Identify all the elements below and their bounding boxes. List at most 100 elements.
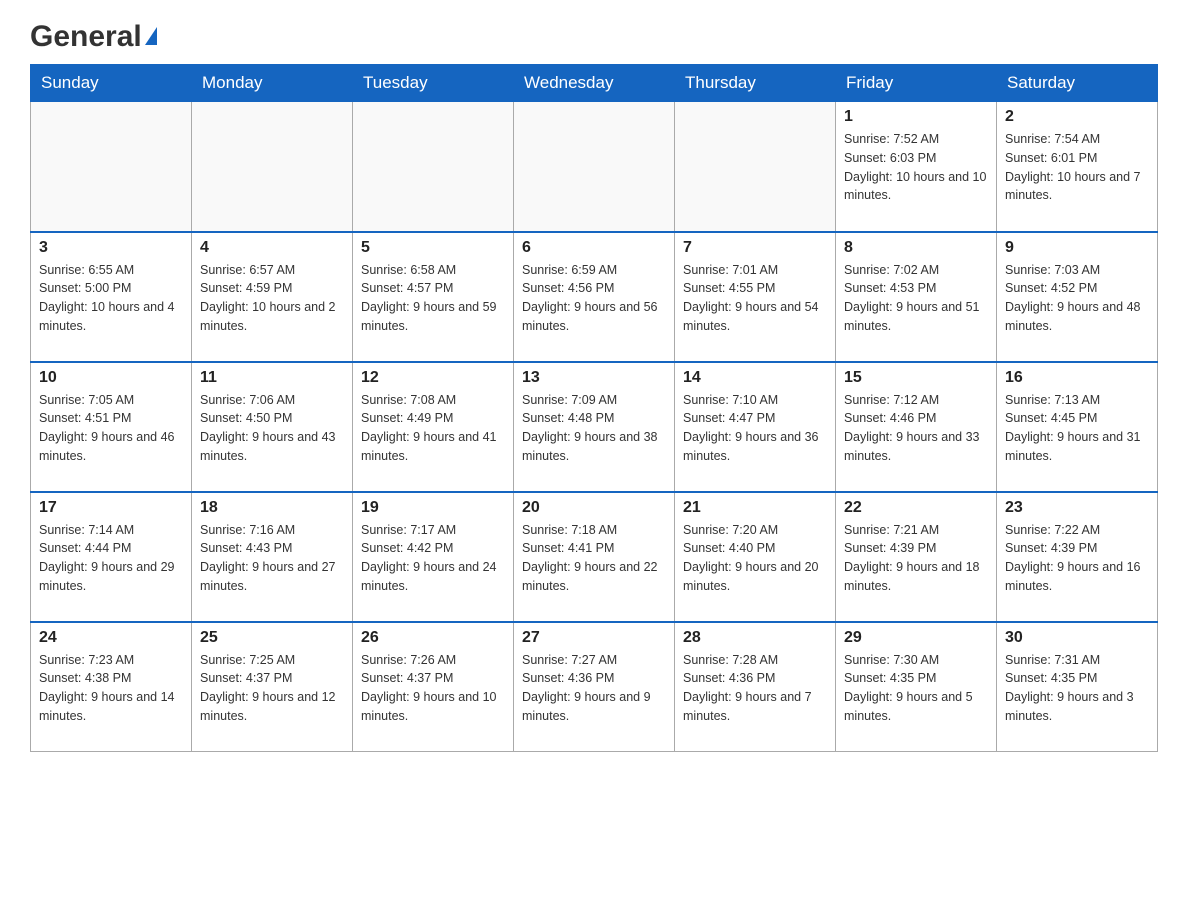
day-number: 24 [39, 629, 183, 647]
calendar-week-row: 17 Sunrise: 7:14 AMSunset: 4:44 PMDayligh… [31, 492, 1158, 622]
day-number: 9 [1005, 239, 1149, 257]
calendar-table: SundayMondayTuesdayWednesdayThursdayFrid… [30, 64, 1158, 752]
calendar-cell [514, 102, 675, 232]
calendar-cell: 10Sunrise: 7:05 AMSunset: 4:51 PMDayligh… [31, 362, 192, 492]
day-info: Sunrise: 7:10 AMSunset: 4:47 PMDaylight:… [683, 391, 827, 466]
day-info: Sunrise: 7:05 AMSunset: 4:51 PMDaylight:… [39, 391, 183, 466]
day-info: Sunrise: 7:27 AMSunset: 4:36 PMDaylight:… [522, 651, 666, 726]
calendar-cell: 9 Sunrise: 7:03 AMSunset: 4:52 PMDaylight… [997, 232, 1158, 362]
day-info: Sunrise: 7:28 AMSunset: 4:36 PMDaylight:… [683, 651, 827, 726]
weekday-header-friday: Friday [836, 65, 997, 102]
weekday-header-tuesday: Tuesday [353, 65, 514, 102]
weekday-header-monday: Monday [192, 65, 353, 102]
page-header: General [30, 20, 1158, 54]
calendar-week-row: 1Sunrise: 7:52 AMSunset: 6:03 PMDaylight… [31, 102, 1158, 232]
weekday-header-wednesday: Wednesday [514, 65, 675, 102]
calendar-cell: 1Sunrise: 7:52 AMSunset: 6:03 PMDaylight… [836, 102, 997, 232]
day-number: 8 [844, 239, 988, 257]
day-number: 25 [200, 629, 344, 647]
day-info: Sunrise: 7:02 AMSunset: 4:53 PMDaylight:… [844, 261, 988, 336]
calendar-week-row: 10Sunrise: 7:05 AMSunset: 4:51 PMDayligh… [31, 362, 1158, 492]
calendar-cell: 21 Sunrise: 7:20 AMSunset: 4:40 PMDayligh… [675, 492, 836, 622]
day-info: Sunrise: 7:08 AMSunset: 4:49 PMDaylight:… [361, 391, 505, 466]
calendar-cell: 16 Sunrise: 7:13 AMSunset: 4:45 PMDayligh… [997, 362, 1158, 492]
calendar-cell: 17 Sunrise: 7:14 AMSunset: 4:44 PMDayligh… [31, 492, 192, 622]
calendar-cell: 11 Sunrise: 7:06 AMSunset: 4:50 PMDayligh… [192, 362, 353, 492]
logo-general: General [30, 20, 142, 54]
calendar-cell: 2 Sunrise: 7:54 AMSunset: 6:01 PMDaylight… [997, 102, 1158, 232]
day-number: 4 [200, 239, 344, 257]
logo: General [30, 20, 157, 54]
calendar-cell [192, 102, 353, 232]
weekday-header-thursday: Thursday [675, 65, 836, 102]
day-info: Sunrise: 7:30 AMSunset: 4:35 PMDaylight:… [844, 651, 988, 726]
day-number: 17 [39, 499, 183, 517]
calendar-cell: 24 Sunrise: 7:23 AMSunset: 4:38 PMDayligh… [31, 622, 192, 752]
day-info: Sunrise: 7:26 AMSunset: 4:37 PMDaylight:… [361, 651, 505, 726]
day-info: Sunrise: 7:23 AMSunset: 4:38 PMDaylight:… [39, 651, 183, 726]
weekday-header-saturday: Saturday [997, 65, 1158, 102]
calendar-cell: 15Sunrise: 7:12 AMSunset: 4:46 PMDayligh… [836, 362, 997, 492]
calendar-cell [675, 102, 836, 232]
day-number: 7 [683, 239, 827, 257]
calendar-cell: 30Sunrise: 7:31 AMSunset: 4:35 PMDayligh… [997, 622, 1158, 752]
calendar-cell: 18Sunrise: 7:16 AMSunset: 4:43 PMDayligh… [192, 492, 353, 622]
day-info: Sunrise: 7:52 AMSunset: 6:03 PMDaylight:… [844, 130, 988, 205]
calendar-cell: 3 Sunrise: 6:55 AMSunset: 5:00 PMDaylight… [31, 232, 192, 362]
day-number: 5 [361, 239, 505, 257]
day-number: 15 [844, 369, 988, 387]
day-number: 3 [39, 239, 183, 257]
calendar-cell: 26 Sunrise: 7:26 AMSunset: 4:37 PMDayligh… [353, 622, 514, 752]
calendar-cell: 5Sunrise: 6:58 AMSunset: 4:57 PMDaylight… [353, 232, 514, 362]
day-number: 30 [1005, 629, 1149, 647]
day-number: 22 [844, 499, 988, 517]
calendar-header-row: SundayMondayTuesdayWednesdayThursdayFrid… [31, 65, 1158, 102]
calendar-cell: 27 Sunrise: 7:27 AMSunset: 4:36 PMDayligh… [514, 622, 675, 752]
day-number: 23 [1005, 499, 1149, 517]
day-number: 16 [1005, 369, 1149, 387]
day-number: 20 [522, 499, 666, 517]
day-info: Sunrise: 7:13 AMSunset: 4:45 PMDaylight:… [1005, 391, 1149, 466]
day-info: Sunrise: 7:54 AMSunset: 6:01 PMDaylight:… [1005, 130, 1149, 205]
day-number: 2 [1005, 108, 1149, 126]
day-info: Sunrise: 7:09 AMSunset: 4:48 PMDaylight:… [522, 391, 666, 466]
calendar-week-row: 24 Sunrise: 7:23 AMSunset: 4:38 PMDayligh… [31, 622, 1158, 752]
calendar-cell: 28 Sunrise: 7:28 AMSunset: 4:36 PMDayligh… [675, 622, 836, 752]
day-info: Sunrise: 7:01 AMSunset: 4:55 PMDaylight:… [683, 261, 827, 336]
day-info: Sunrise: 6:55 AMSunset: 5:00 PMDaylight:… [39, 261, 183, 336]
calendar-cell: 12Sunrise: 7:08 AMSunset: 4:49 PMDayligh… [353, 362, 514, 492]
day-info: Sunrise: 7:20 AMSunset: 4:40 PMDaylight:… [683, 521, 827, 596]
day-number: 21 [683, 499, 827, 517]
weekday-header-sunday: Sunday [31, 65, 192, 102]
calendar-cell [31, 102, 192, 232]
calendar-cell: 14 Sunrise: 7:10 AMSunset: 4:47 PMDayligh… [675, 362, 836, 492]
day-info: Sunrise: 7:06 AMSunset: 4:50 PMDaylight:… [200, 391, 344, 466]
day-number: 18 [200, 499, 344, 517]
day-info: Sunrise: 7:21 AMSunset: 4:39 PMDaylight:… [844, 521, 988, 596]
calendar-cell: 6Sunrise: 6:59 AMSunset: 4:56 PMDaylight… [514, 232, 675, 362]
day-number: 19 [361, 499, 505, 517]
day-info: Sunrise: 7:14 AMSunset: 4:44 PMDaylight:… [39, 521, 183, 596]
calendar-cell: 7 Sunrise: 7:01 AMSunset: 4:55 PMDaylight… [675, 232, 836, 362]
day-number: 14 [683, 369, 827, 387]
day-number: 27 [522, 629, 666, 647]
day-info: Sunrise: 7:18 AMSunset: 4:41 PMDaylight:… [522, 521, 666, 596]
day-info: Sunrise: 7:25 AMSunset: 4:37 PMDaylight:… [200, 651, 344, 726]
calendar-cell: 25 Sunrise: 7:25 AMSunset: 4:37 PMDayligh… [192, 622, 353, 752]
day-info: Sunrise: 6:57 AMSunset: 4:59 PMDaylight:… [200, 261, 344, 336]
day-number: 26 [361, 629, 505, 647]
calendar-cell: 19Sunrise: 7:17 AMSunset: 4:42 PMDayligh… [353, 492, 514, 622]
logo-triangle-icon [145, 27, 157, 45]
calendar-cell: 23Sunrise: 7:22 AMSunset: 4:39 PMDayligh… [997, 492, 1158, 622]
day-info: Sunrise: 7:03 AMSunset: 4:52 PMDaylight:… [1005, 261, 1149, 336]
day-number: 28 [683, 629, 827, 647]
day-number: 11 [200, 369, 344, 387]
day-number: 13 [522, 369, 666, 387]
day-info: Sunrise: 6:59 AMSunset: 4:56 PMDaylight:… [522, 261, 666, 336]
calendar-cell: 8 Sunrise: 7:02 AMSunset: 4:53 PMDaylight… [836, 232, 997, 362]
calendar-cell [353, 102, 514, 232]
calendar-week-row: 3 Sunrise: 6:55 AMSunset: 5:00 PMDaylight… [31, 232, 1158, 362]
calendar-cell: 4 Sunrise: 6:57 AMSunset: 4:59 PMDaylight… [192, 232, 353, 362]
calendar-cell: 22 Sunrise: 7:21 AMSunset: 4:39 PMDayligh… [836, 492, 997, 622]
calendar-cell: 20 Sunrise: 7:18 AMSunset: 4:41 PMDayligh… [514, 492, 675, 622]
